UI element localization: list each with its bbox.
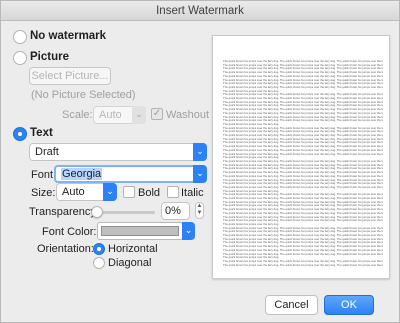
chevron-down-icon: ⌄ xyxy=(132,106,146,124)
select-picture-button[interactable]: Select Picture... xyxy=(29,67,111,85)
transparency-stepper[interactable]: ▲ ▼ xyxy=(195,202,204,219)
text-label[interactable]: Text xyxy=(30,127,53,139)
diagonal-label[interactable]: Diagonal xyxy=(108,257,151,269)
washout-label: Washout xyxy=(166,109,210,121)
picture-label[interactable]: Picture xyxy=(30,51,69,63)
chevron-down-icon: ⌄ xyxy=(193,165,207,183)
scale-label: Scale: xyxy=(62,109,93,121)
size-value: Auto xyxy=(62,186,85,198)
window-title: Insert Watermark xyxy=(1,1,399,21)
size-combo[interactable]: Auto ⌄ xyxy=(56,183,117,201)
ok-button[interactable]: OK xyxy=(324,295,374,315)
chevron-down-icon: ⌄ xyxy=(103,183,117,201)
transparency-value: 0% xyxy=(165,205,181,217)
watermark-text-combo[interactable]: Draft ⌄ xyxy=(29,143,207,161)
orientation-label: Orientation: xyxy=(37,243,94,255)
picture-radio[interactable] xyxy=(13,51,27,65)
size-label: Size: xyxy=(31,187,56,199)
preview-line: The quick brown fox jumps over the lazy … xyxy=(223,263,383,267)
insert-watermark-dialog: Insert Watermark No watermark Picture Se… xyxy=(0,0,400,323)
italic-checkbox[interactable] xyxy=(167,186,179,198)
diagonal-radio[interactable] xyxy=(93,257,105,269)
horizontal-radio[interactable] xyxy=(93,243,105,255)
preview-text: The quick brown fox jumps over the lazy … xyxy=(223,60,383,267)
chevron-down-icon: ⌄ xyxy=(193,143,207,161)
font-color-label: Font Color: xyxy=(42,226,97,238)
scale-select[interactable]: Auto ⌄ xyxy=(93,106,146,124)
chevron-down-icon: ⌄ xyxy=(182,222,195,240)
cancel-button[interactable]: Cancel xyxy=(265,295,318,315)
watermark-text-value: Draft xyxy=(35,146,59,158)
horizontal-label[interactable]: Horizontal xyxy=(108,243,158,255)
font-combo[interactable]: Georgia ⌄ xyxy=(54,165,207,183)
transparency-field[interactable]: 0% xyxy=(161,202,190,220)
washout-checkbox[interactable]: ✓ xyxy=(151,108,163,120)
bold-label: Bold xyxy=(138,187,161,199)
transparency-label: Transparency: xyxy=(29,206,99,218)
no-watermark-radio[interactable] xyxy=(13,30,27,44)
font-label: Font: xyxy=(31,169,57,181)
no-watermark-label[interactable]: No watermark xyxy=(30,30,106,42)
bold-checkbox[interactable] xyxy=(123,186,135,198)
font-value: Georgia xyxy=(61,168,103,180)
font-color-swatch xyxy=(101,226,179,236)
font-color-dropdown[interactable]: ⌄ xyxy=(182,222,195,240)
transparency-slider-knob[interactable] xyxy=(91,206,103,218)
text-radio[interactable] xyxy=(13,127,27,141)
watermark-preview: The quick brown fox jumps over the lazy … xyxy=(212,35,390,279)
picture-status: (No Picture Selected) xyxy=(31,89,136,101)
font-color-well[interactable] xyxy=(97,222,183,240)
italic-label: Italic xyxy=(181,187,204,199)
scale-value: Auto xyxy=(99,109,122,121)
